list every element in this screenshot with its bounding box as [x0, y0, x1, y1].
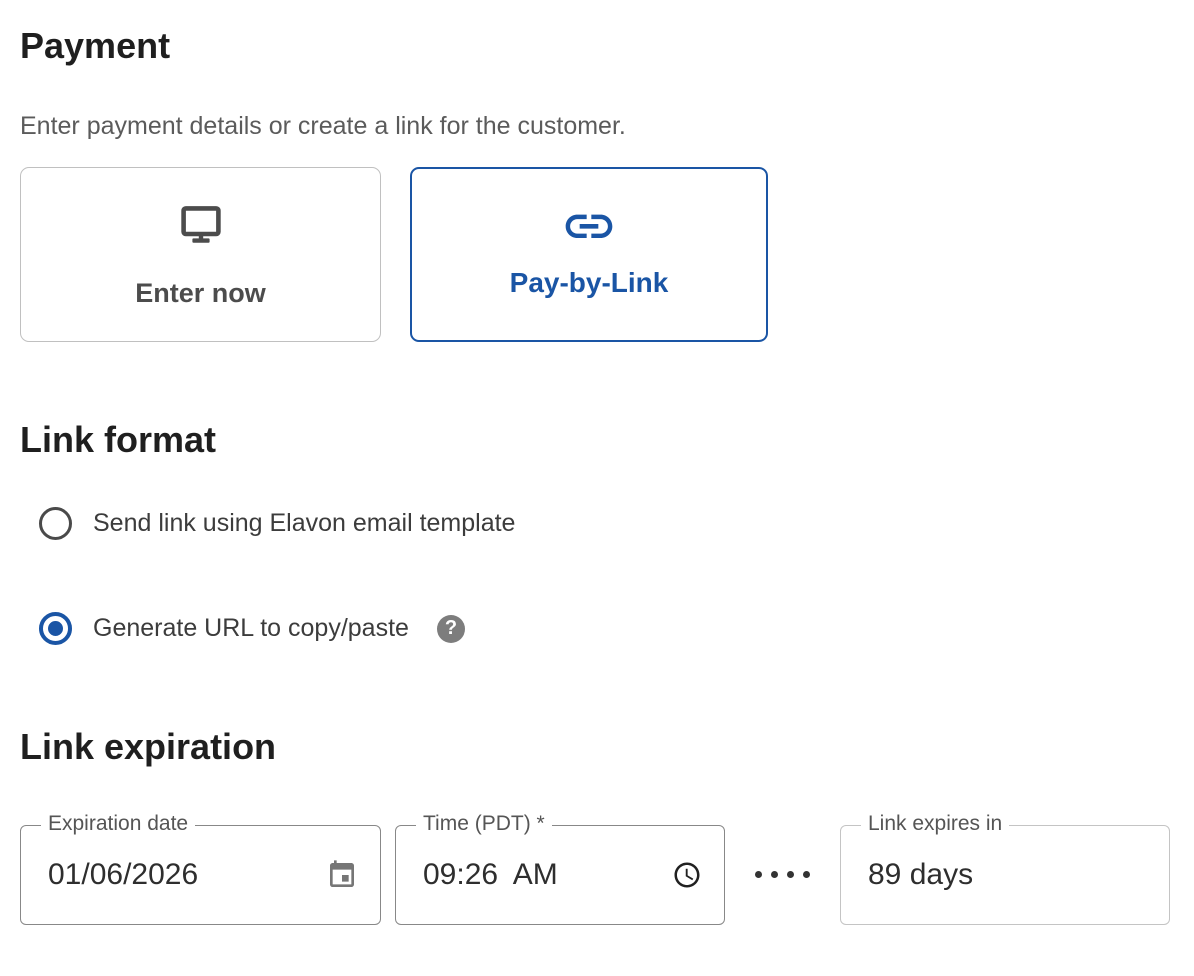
link-expires-in-label: Link expires in — [861, 812, 1009, 836]
radio-selected-icon[interactable] — [39, 612, 72, 645]
enter-now-label: Enter now — [135, 278, 266, 309]
link-expires-in-field: Link expires in 89 days — [840, 825, 1170, 925]
pay-by-link-card[interactable]: Pay-by-Link — [410, 167, 768, 342]
radio-label-generate-url: Generate URL to copy/paste — [93, 614, 409, 643]
time-label: Time (PDT) * — [416, 812, 552, 836]
enter-now-card[interactable]: Enter now — [20, 167, 381, 342]
help-icon[interactable]: ? — [437, 615, 465, 643]
link-expires-in-value: 89 days — [868, 858, 973, 892]
page-subtitle: Enter payment details or create a link f… — [20, 111, 1170, 141]
payment-page: Payment Enter payment details or create … — [0, 0, 1194, 925]
page-title: Payment — [20, 24, 1170, 67]
pay-by-link-label: Pay-by-Link — [510, 267, 669, 299]
calendar-icon[interactable] — [326, 859, 358, 891]
link-expiration-fields: Expiration date 01/06/2026 Time (PDT) * … — [20, 825, 1170, 925]
expiration-date-label: Expiration date — [41, 812, 195, 836]
link-icon — [561, 210, 617, 243]
radio-label-email-template: Send link using Elavon email template — [93, 509, 515, 538]
time-value[interactable]: 09:26 AM — [423, 858, 558, 892]
radio-option-generate-url[interactable]: Generate URL to copy/paste ? — [39, 612, 1170, 645]
payment-method-cards: Enter now Pay-by-Link — [20, 167, 1170, 342]
expiration-date-value[interactable]: 01/06/2026 — [48, 858, 198, 892]
expiration-date-field[interactable]: Expiration date 01/06/2026 — [20, 825, 381, 925]
radio-unselected-icon[interactable] — [39, 507, 72, 540]
radio-option-email-template[interactable]: Send link using Elavon email template — [39, 507, 1170, 540]
monitor-icon — [176, 201, 226, 254]
clock-icon[interactable] — [672, 860, 702, 890]
link-format-heading: Link format — [20, 418, 1170, 461]
ellipsis-dots-separator — [725, 825, 840, 925]
link-expiration-heading: Link expiration — [20, 725, 1170, 768]
time-field[interactable]: Time (PDT) * 09:26 AM — [395, 825, 725, 925]
